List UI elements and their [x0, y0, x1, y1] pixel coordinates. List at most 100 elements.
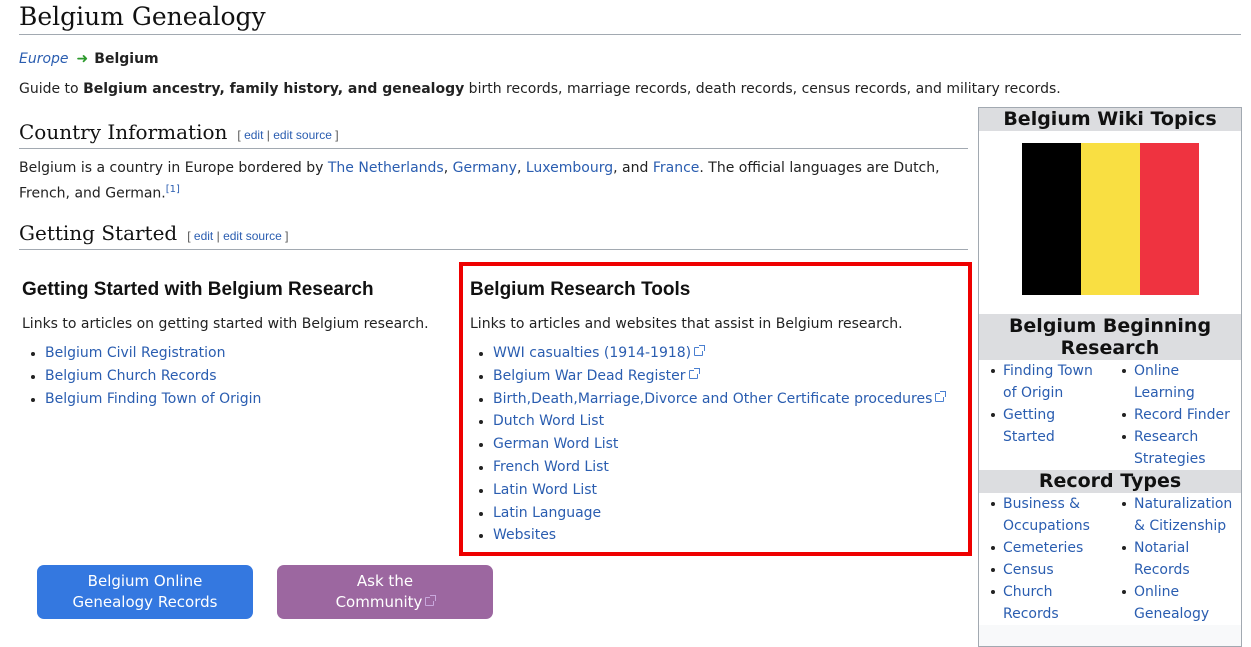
sidebar-online-genealogy-link[interactable]: Online Genealogy: [1134, 584, 1209, 622]
list-item: Census: [979, 559, 1110, 581]
section-heading: Country Information: [19, 120, 228, 144]
intro-bold: Belgium ancestry, family history, and ge…: [83, 81, 465, 97]
external-link-icon: [935, 390, 947, 402]
dutch-word-list-link[interactable]: Dutch Word List: [493, 413, 604, 429]
research-tools-desc: Links to articles and websites that assi…: [470, 316, 903, 332]
edit-links: [ edit | edit source ]: [187, 229, 289, 243]
sidebar-finding-town-link[interactable]: Finding Town of Origin: [1003, 363, 1093, 401]
list-item: Birth,Death,Marriage,Divorce and Other C…: [470, 388, 947, 411]
button-label-line1: Ask the: [356, 572, 414, 590]
flag-container: [979, 131, 1241, 314]
sidebar-heading-record-types: Record Types: [979, 470, 1241, 493]
intro-paragraph: Guide to Belgium ancestry, family histor…: [19, 79, 1239, 99]
sidebar-church-records-link[interactable]: Church Records: [1003, 584, 1059, 622]
sidebar-getting-started-link[interactable]: Getting Started: [1003, 407, 1055, 445]
research-tools-heading: Belgium Research Tools: [470, 279, 691, 300]
beginning-research-links: Finding Town of Origin Getting Started Onl…: [979, 360, 1241, 470]
list-item: Dutch Word List: [470, 410, 944, 433]
civil-registration-link[interactable]: Belgium Civil Registration: [45, 345, 225, 361]
flag-stripe-red: [1140, 143, 1199, 295]
edit-links: [ edit | edit source ]: [237, 128, 339, 142]
getting-started-heading: Getting Started with Belgium Research: [22, 279, 374, 300]
ask-the-community-button[interactable]: Ask the Community: [277, 565, 493, 619]
research-tools-list: WWI casualties (1914-1918) Belgium War D…: [470, 342, 947, 547]
german-word-list-link[interactable]: German Word List: [493, 436, 618, 452]
section-heading: Getting Started: [19, 221, 178, 245]
list-item: Research Strategies: [1110, 426, 1241, 470]
heading-line2: Research: [1060, 337, 1160, 359]
netherlands-link[interactable]: The Netherlands: [328, 160, 444, 176]
breadcrumb-current: Belgium: [94, 51, 159, 67]
list-item: WWI casualties (1914-1918): [470, 342, 944, 365]
sidebar-naturalization-link[interactable]: Naturalization & Citizenship: [1134, 496, 1232, 534]
list-item: Websites: [470, 524, 944, 547]
sidebar-heading-wiki-topics: Belgium Wiki Topics: [979, 108, 1241, 131]
getting-started-desc: Links to articles on getting started wit…: [22, 316, 429, 332]
record-types-links: Business & Occupations Cemeteries Census …: [979, 493, 1241, 625]
breadcrumb-arrow-icon: ➜: [76, 51, 89, 67]
list-item: Cemeteries: [979, 537, 1110, 559]
intro-prefix: Guide to: [19, 81, 84, 97]
sidebar-census-link[interactable]: Census: [1003, 562, 1054, 578]
list-item: German Word List: [470, 433, 944, 456]
list-item: Naturalization & Citizenship: [1110, 493, 1241, 537]
section-divider: [19, 249, 968, 250]
sidebar-notarial-records-link[interactable]: Notarial Records: [1134, 540, 1190, 578]
section-divider: [19, 148, 968, 149]
list-item: Notarial Records: [1110, 537, 1241, 581]
flag-stripe-black: [1022, 143, 1081, 295]
title-divider: [19, 34, 1241, 35]
war-dead-register-link[interactable]: Belgium War Dead Register: [493, 368, 686, 384]
france-link[interactable]: France: [653, 160, 700, 176]
luxembourg-link[interactable]: Luxembourg: [526, 160, 613, 176]
list-item: Belgium Church Records: [22, 365, 261, 388]
button-label-line2: Genealogy Records: [72, 593, 218, 611]
section-country-information: Country Information [ edit | edit source …: [19, 120, 339, 144]
button-label-line2: Community: [335, 593, 423, 611]
edit-link[interactable]: edit: [194, 229, 213, 243]
heading-line1: Belgium Beginning: [1008, 315, 1212, 337]
list-item: Belgium War Dead Register: [470, 365, 944, 388]
country-text-start: Belgium is a country in Europe bordered …: [19, 160, 328, 176]
church-records-link[interactable]: Belgium Church Records: [45, 368, 217, 384]
online-genealogy-records-button[interactable]: Belgium Online Genealogy Records: [37, 565, 253, 619]
list-item: Finding Town of Origin: [979, 360, 1110, 404]
reference-link[interactable]: [1]: [166, 184, 180, 195]
external-link-icon: [425, 595, 437, 606]
latin-language-link[interactable]: Latin Language: [493, 505, 601, 521]
external-link-icon: [694, 345, 706, 356]
sidebar-record-finder-link[interactable]: Record Finder: [1134, 407, 1230, 423]
section-getting-started: Getting Started [ edit | edit source ]: [19, 221, 288, 245]
certificate-procedures-link[interactable]: Birth,Death,Marriage,Divorce and Other C…: [493, 391, 932, 407]
edit-source-link[interactable]: edit source: [223, 229, 282, 243]
intro-suffix: birth records, marriage records, death r…: [464, 81, 1061, 97]
list-item: Belgium Civil Registration: [22, 342, 261, 365]
list-item: French Word List: [470, 456, 944, 479]
list-item: Church Records: [979, 581, 1110, 625]
french-word-list-link[interactable]: French Word List: [493, 459, 609, 475]
edit-link[interactable]: edit: [244, 128, 263, 142]
latin-word-list-link[interactable]: Latin Word List: [493, 482, 597, 498]
sidebar-cemeteries-link[interactable]: Cemeteries: [1003, 540, 1083, 556]
button-label-line1: Belgium Online: [87, 572, 203, 590]
list-item: Business & Occupations: [979, 493, 1110, 537]
edit-source-link[interactable]: edit source: [273, 128, 332, 142]
websites-link[interactable]: Websites: [493, 527, 556, 543]
germany-link[interactable]: Germany: [453, 160, 517, 176]
page-title: Belgium Genealogy: [19, 2, 266, 31]
sidebar-business-occupations-link[interactable]: Business & Occupations: [1003, 496, 1090, 534]
wiki-topics-sidebar: Belgium Wiki Topics Belgium Beginning Res…: [978, 107, 1242, 647]
flag-stripe-yellow: [1081, 143, 1140, 295]
country-paragraph: Belgium is a country in Europe bordered …: [19, 160, 940, 202]
list-item: Latin Language: [470, 502, 944, 525]
finding-town-link[interactable]: Belgium Finding Town of Origin: [45, 391, 261, 407]
list-item: Belgium Finding Town of Origin: [22, 388, 261, 411]
sidebar-online-learning-link[interactable]: Online Learning: [1134, 363, 1195, 401]
wwi-casualties-link[interactable]: WWI casualties (1914-1918): [493, 345, 691, 361]
sidebar-heading-beginning-research: Belgium Beginning Research: [979, 314, 1241, 360]
list-item: Online Learning: [1110, 360, 1241, 404]
breadcrumb-europe-link[interactable]: Europe: [19, 51, 69, 67]
list-item: Online Genealogy: [1110, 581, 1241, 625]
sidebar-research-strategies-link[interactable]: Research Strategies: [1134, 429, 1206, 467]
belgium-flag-image: [1022, 143, 1199, 295]
